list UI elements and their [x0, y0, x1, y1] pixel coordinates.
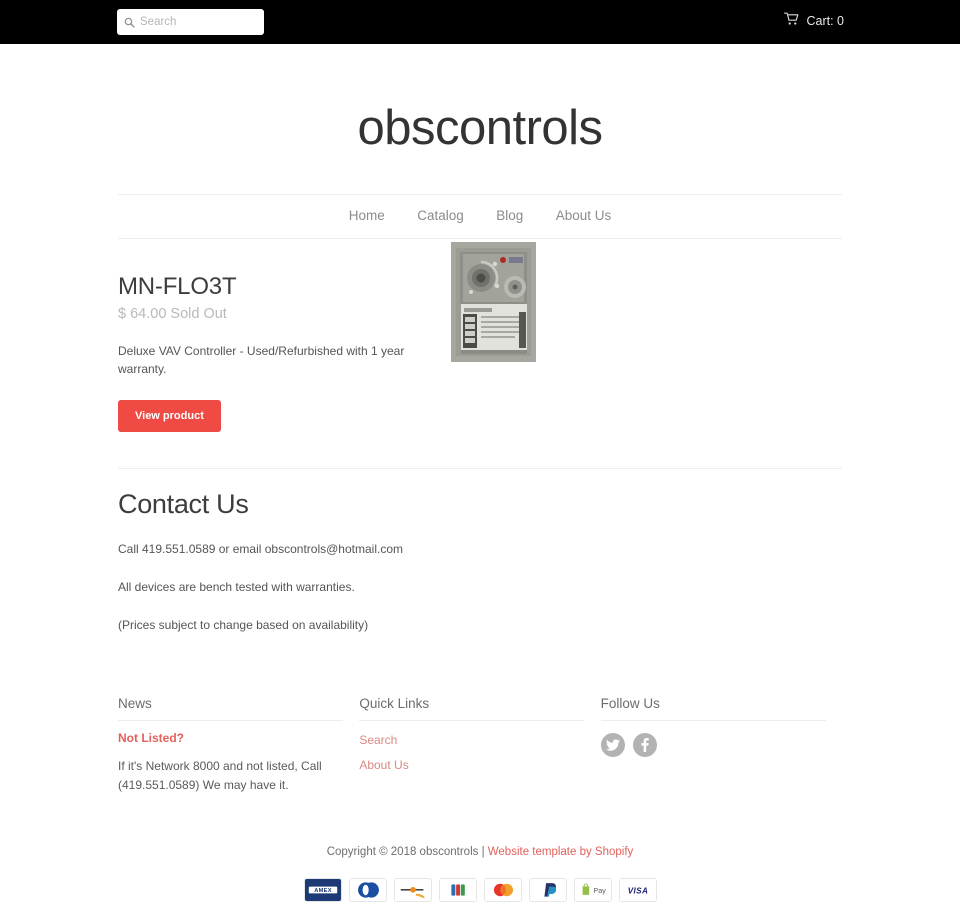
footer-follow-us-title: Follow Us: [600, 696, 826, 722]
news-body-text: If it's Network 8000 and not listed, Cal…: [118, 759, 322, 792]
list-item: About Us: [359, 756, 584, 774]
shopify-template-link[interactable]: Website template by Shopify: [488, 846, 634, 858]
svg-text:AMEX: AMEX: [314, 889, 332, 895]
search-box[interactable]: [117, 9, 264, 35]
content-container: obscontrols Home Catalog Blog About Us M…: [118, 44, 842, 902]
page-body: obscontrols Home Catalog Blog About Us M…: [0, 44, 960, 902]
product-info: MN-FLO3T $ 64.00 Sold Out Deluxe VAV Con…: [118, 273, 448, 433]
footer-columns: News Not Listed? If it's Network 8000 an…: [118, 696, 842, 794]
footer-column-news: News Not Listed? If it's Network 8000 an…: [118, 696, 359, 794]
contact-paragraph-phone: Call 419.551.0589 or email obscontrols@h…: [118, 542, 403, 557]
twitter-icon[interactable]: [600, 733, 625, 758]
diners-club-icon: [348, 878, 387, 902]
section-divider: [118, 468, 842, 470]
contact-heading: Contact Us: [118, 489, 249, 520]
nav-item-blog[interactable]: Blog: [496, 208, 523, 223]
discover-icon: [393, 878, 432, 902]
copyright: Copyright © 2018 obscontrols | Website t…: [118, 846, 842, 858]
copyright-text: Copyright © 2018 obscontrols |: [326, 846, 488, 859]
quick-links-list: Search About Us: [359, 731, 584, 774]
search-icon: [124, 17, 135, 28]
nav-item-catalog[interactable]: Catalog: [417, 208, 464, 223]
footer-bottom: Copyright © 2018 obscontrols | Website t…: [118, 846, 842, 902]
social-links: [600, 733, 826, 758]
footer-column-follow-us: Follow Us: [600, 696, 842, 794]
product-listing: MN-FLO3T $ 64.00 Sold Out Deluxe VAV Con…: [118, 239, 842, 433]
jcb-icon: [438, 878, 477, 902]
shopping-cart-icon: [784, 12, 799, 29]
top-bar: Cart: 0: [0, 0, 960, 44]
footer-news-title: News: [118, 696, 343, 722]
svg-text:VISA: VISA: [627, 887, 647, 896]
site-logo[interactable]: obscontrols: [118, 44, 842, 156]
paypal-icon: [528, 878, 567, 902]
news-headline-link[interactable]: Not Listed?: [118, 731, 343, 745]
nav-item-home[interactable]: Home: [349, 208, 385, 223]
product-description: Deluxe VAV Controller - Used/Refurbished…: [118, 344, 405, 377]
cart-link[interactable]: Cart: 0: [784, 12, 844, 29]
contact-paragraph-prices: (Prices subject to change based on avail…: [118, 618, 369, 633]
search-input[interactable]: [140, 12, 257, 32]
cart-label: Cart: 0: [806, 13, 844, 28]
mastercard-icon: [483, 878, 522, 902]
amex-icon: AMEX: [303, 878, 342, 902]
view-product-button[interactable]: View product: [118, 400, 221, 433]
facebook-icon[interactable]: [632, 733, 657, 758]
shop-pay-icon: Pay: [573, 878, 612, 902]
nav-item-about-us[interactable]: About Us: [556, 208, 612, 223]
footer-column-quick-links: Quick Links Search About Us: [359, 696, 600, 794]
contact-paragraph-testing: All devices are bench tested with warran…: [118, 580, 355, 595]
svg-text:Pay: Pay: [593, 887, 606, 896]
quick-link-about-us[interactable]: About Us: [359, 758, 408, 772]
visa-icon: VISA: [618, 878, 657, 902]
main-navigation: Home Catalog Blog About Us: [118, 193, 842, 239]
quick-link-search[interactable]: Search: [359, 733, 397, 747]
product-title[interactable]: MN-FLO3T: [118, 273, 448, 300]
payment-icons: AMEX Pay VISA: [118, 878, 842, 902]
list-item: Search: [359, 731, 584, 749]
product-image[interactable]: [451, 241, 536, 362]
product-price: $ 64.00 Sold Out: [118, 306, 227, 323]
footer-quick-links-title: Quick Links: [359, 696, 585, 722]
